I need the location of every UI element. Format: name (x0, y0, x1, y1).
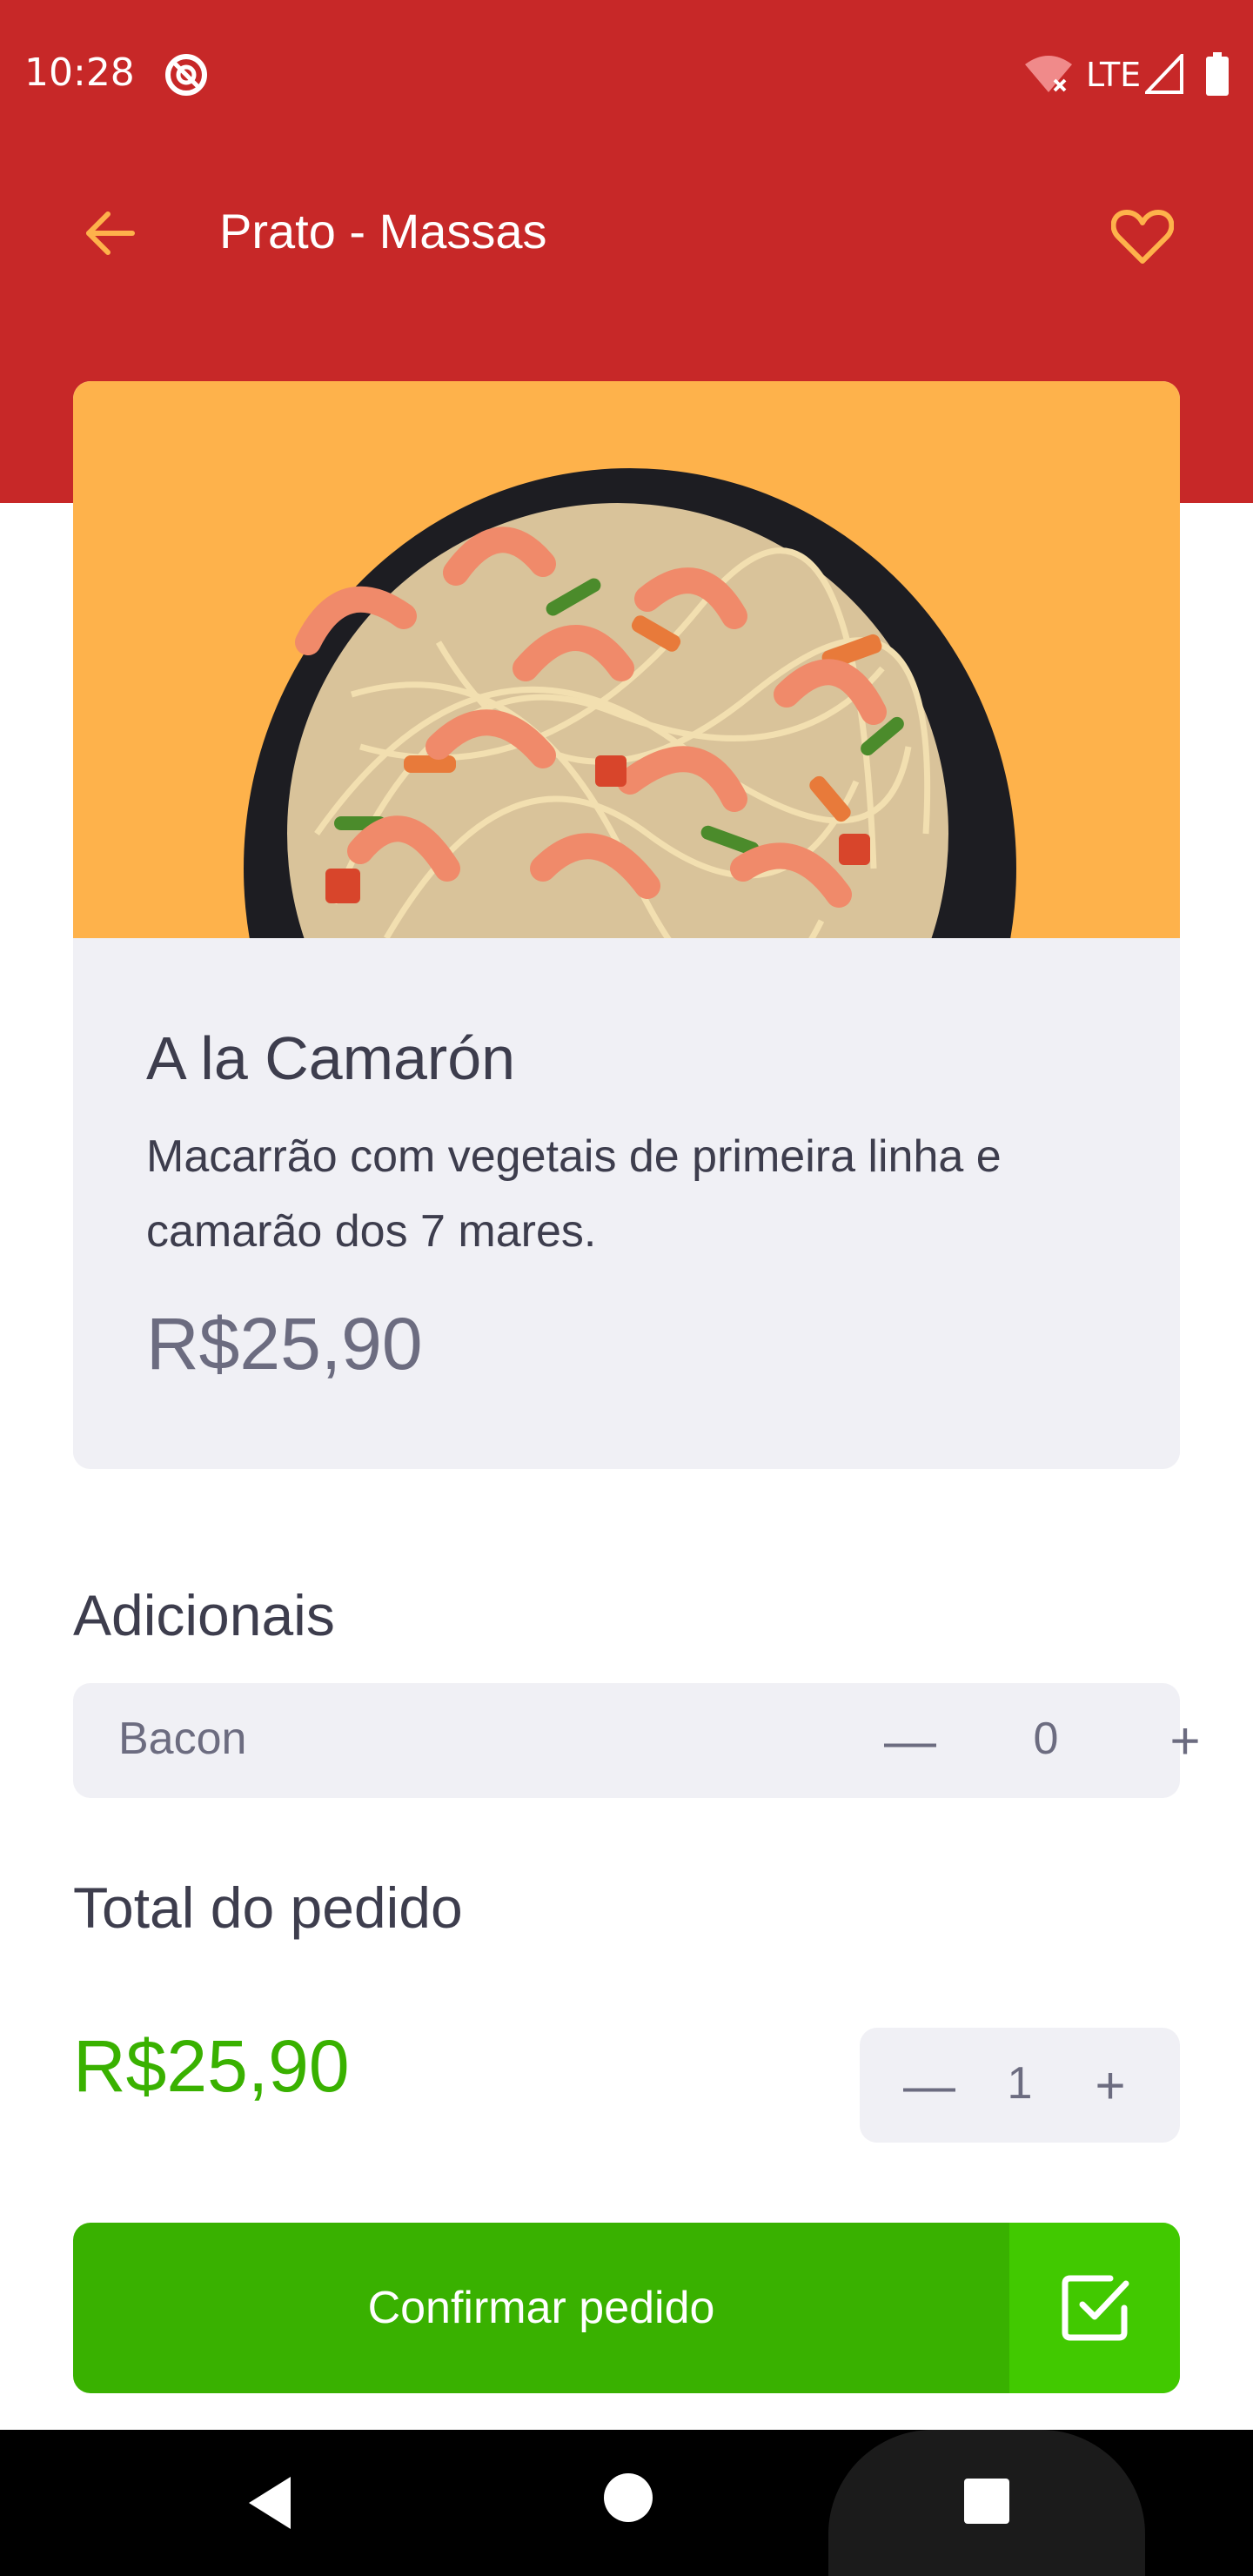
dish-name: A la Camarón (146, 1024, 516, 1092)
decrease-additional-button[interactable]: — (872, 1702, 948, 1779)
check-square-icon (1062, 2275, 1129, 2341)
do-not-disturb-icon (165, 54, 207, 96)
battery-icon (1206, 52, 1229, 96)
dish-card: A la Camarón Macarrão com vegetais de pr… (73, 381, 1180, 1469)
order-quantity: 1 (1007, 2058, 1033, 2109)
nav-back-icon[interactable] (237, 2468, 306, 2538)
additionals-title: Adicionais (73, 1583, 335, 1647)
nav-home-icon[interactable] (604, 2473, 653, 2522)
wifi-off-icon (1025, 56, 1072, 92)
decrease-quantity-button[interactable]: — (891, 2047, 968, 2123)
back-button[interactable] (78, 202, 141, 265)
dish-price: R$25,90 (146, 1303, 423, 1385)
signal-icon (1145, 54, 1183, 94)
confirm-order-label: Confirmar pedido (367, 2283, 715, 2333)
order-total-price: R$25,90 (73, 2025, 350, 2107)
page-title: Prato - Massas (219, 204, 547, 258)
network-type: LTE (1086, 56, 1142, 94)
status-bar: 10:28 LTE (0, 0, 1253, 150)
increase-additional-button[interactable]: + (1147, 1702, 1223, 1779)
increase-quantity-button[interactable]: + (1072, 2047, 1149, 2123)
quantity-stepper: — 1 + (860, 2028, 1180, 2143)
shrimp-pasta-photo (244, 468, 1016, 938)
additional-quantity: 0 (1033, 1714, 1059, 1764)
additional-name: Bacon (118, 1714, 247, 1764)
dish-details: A la Camarón Macarrão com vegetais de pr… (73, 938, 1180, 1469)
additional-item: Bacon — 0 + (73, 1683, 1201, 1798)
dish-image (73, 381, 1180, 938)
favorite-button[interactable] (1109, 202, 1176, 270)
status-time: 10:28 (24, 50, 135, 95)
nav-recents-icon[interactable] (964, 2479, 1009, 2524)
heart-outline-icon (1111, 210, 1174, 264)
dish-description: Macarrão com vegetais de primeira linha … (146, 1131, 1002, 1257)
confirm-icon-container (1009, 2223, 1180, 2393)
arrow-left-icon (86, 211, 135, 255)
system-navigation-bar (0, 2430, 1253, 2576)
confirm-order-button[interactable]: Confirmar pedido (73, 2223, 1180, 2393)
order-total-title: Total do pedido (73, 1875, 463, 1940)
